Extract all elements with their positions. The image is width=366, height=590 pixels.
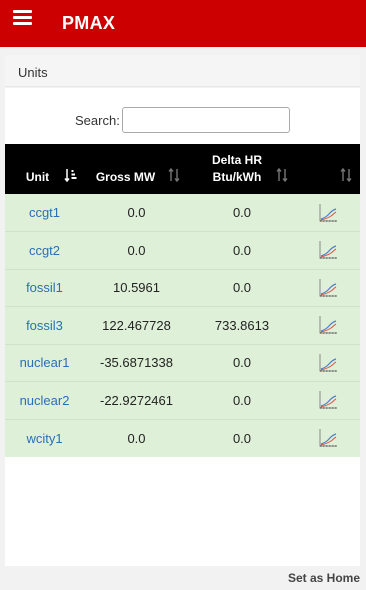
delta-hr-cell: 733.8613 <box>189 306 295 344</box>
chart-cell <box>295 268 360 307</box>
chart-cell <box>295 343 360 382</box>
column-header-unit-label: Unit <box>25 169 50 184</box>
line-chart-icon[interactable] <box>318 203 338 223</box>
breadcrumb: Units <box>5 55 360 87</box>
delta-hr-cell: 0.0 <box>189 381 295 419</box>
gross-mw-cell: 0.0 <box>84 194 189 232</box>
delta-hr-cell: 0.0 <box>189 231 295 269</box>
line-chart-icon[interactable] <box>318 315 338 335</box>
column-header-gross-mw[interactable]: Gross MW <box>84 144 189 194</box>
gross-mw-cell: 0.0 <box>84 231 189 269</box>
unit-link[interactable]: nuclear2 <box>20 393 70 408</box>
units-panel: Search: Unit Gross MW Delta HR Btu/kWh c… <box>5 88 360 566</box>
line-chart-icon[interactable] <box>318 390 338 410</box>
chart-cell <box>295 194 360 232</box>
table-row: nuclear1 -35.6871338 0.0 <box>5 343 360 382</box>
column-header-unit[interactable]: Unit <box>5 144 84 194</box>
unit-link[interactable]: nuclear1 <box>20 355 70 370</box>
line-chart-icon[interactable] <box>318 278 338 298</box>
unit-cell: nuclear1 <box>5 343 84 382</box>
menu-icon[interactable] <box>13 10 32 25</box>
set-as-home-link[interactable]: Set as Home <box>288 571 360 585</box>
column-header-delta-hr[interactable]: Delta HR Btu/kWh <box>189 144 295 194</box>
gross-mw-cell: -35.6871338 <box>84 343 189 382</box>
unit-link[interactable]: fossil1 <box>26 280 63 295</box>
sort-icon[interactable] <box>275 168 289 182</box>
sort-icon[interactable] <box>167 168 181 182</box>
table-row: wcity1 0.0 0.0 <box>5 418 360 457</box>
delta-hr-cell: 0.0 <box>189 343 295 382</box>
chart-cell <box>295 418 360 457</box>
table-row: nuclear2 -22.9272461 0.0 <box>5 381 360 419</box>
unit-link[interactable]: ccgt1 <box>29 205 60 220</box>
sort-ascending-icon[interactable] <box>64 168 78 182</box>
unit-cell: ccgt2 <box>5 231 84 269</box>
gross-mw-cell: 0.0 <box>84 418 189 457</box>
delta-hr-cell: 0.0 <box>189 268 295 307</box>
line-chart-icon[interactable] <box>318 240 338 260</box>
line-chart-icon[interactable] <box>318 428 338 448</box>
column-header-gross-mw-label: Gross MW <box>95 169 156 184</box>
delta-hr-cell: 0.0 <box>189 194 295 232</box>
unit-cell: ccgt1 <box>5 194 84 232</box>
chart-cell <box>295 231 360 269</box>
column-header-delta-hr-label: Delta HR Btu/kWh <box>212 152 262 186</box>
delta-hr-line1: Delta HR <box>211 153 262 167</box>
unit-link[interactable]: ccgt2 <box>29 243 60 258</box>
unit-cell: fossil3 <box>5 306 84 344</box>
line-chart-icon[interactable] <box>318 353 338 373</box>
sort-icon[interactable] <box>339 168 353 182</box>
column-header-chart[interactable] <box>295 144 360 194</box>
unit-cell: wcity1 <box>5 418 84 457</box>
search-row: Search: <box>5 107 360 133</box>
search-label: Search: <box>75 113 120 128</box>
delta-hr-cell: 0.0 <box>189 418 295 457</box>
gross-mw-cell: 10.5961 <box>84 268 189 307</box>
unit-cell: nuclear2 <box>5 381 84 419</box>
gross-mw-cell: -22.9272461 <box>84 381 189 419</box>
unit-link[interactable]: fossil3 <box>26 318 63 333</box>
table-row: ccgt1 0.0 0.0 <box>5 194 360 232</box>
delta-hr-line2: Btu/kWh <box>212 170 262 184</box>
table-header-row: Unit Gross MW Delta HR Btu/kWh <box>5 144 360 194</box>
search-input[interactable] <box>122 107 290 133</box>
units-table: Unit Gross MW Delta HR Btu/kWh ccgt1 0.0… <box>5 144 360 457</box>
table-row: fossil1 10.5961 0.0 <box>5 268 360 307</box>
top-app-bar: PMAX <box>0 0 366 47</box>
table-row: fossil3 122.467728 733.8613 <box>5 306 360 344</box>
chart-cell <box>295 306 360 344</box>
table-row: ccgt2 0.0 0.0 <box>5 231 360 269</box>
unit-cell: fossil1 <box>5 268 84 307</box>
app-title: PMAX <box>62 13 116 33</box>
gross-mw-cell: 122.467728 <box>84 306 189 344</box>
unit-link[interactable]: wcity1 <box>26 431 62 446</box>
table-body: ccgt1 0.0 0.0 ccgt2 0.0 0.0 fossil1 10.5961 0.0 f… <box>5 194 360 457</box>
chart-cell <box>295 381 360 419</box>
